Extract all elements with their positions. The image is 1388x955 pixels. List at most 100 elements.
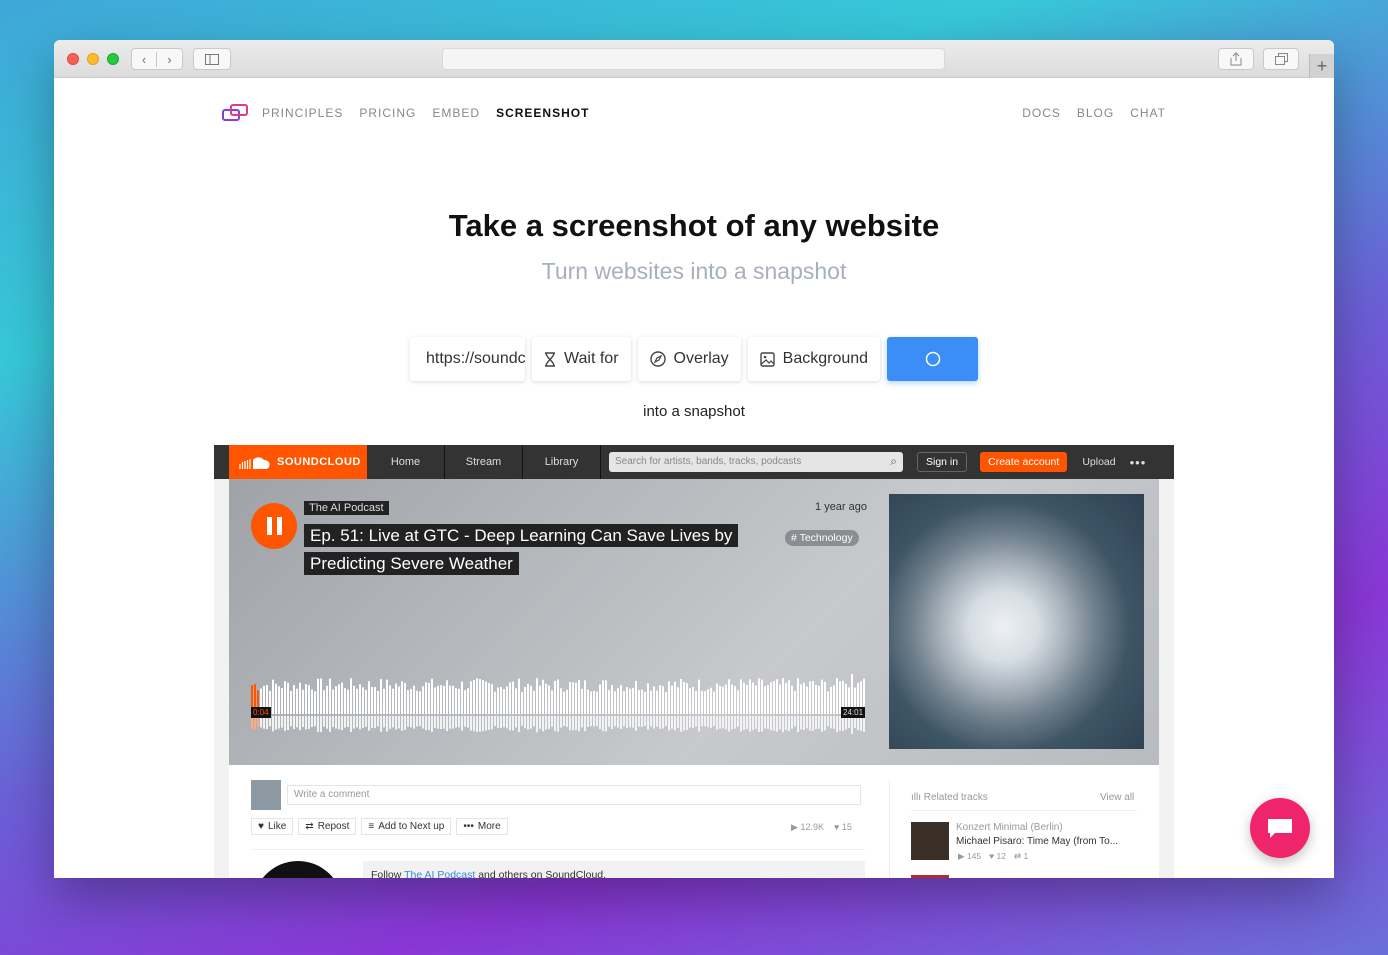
- waveform-bar: [284, 681, 286, 714]
- waveform-bar: [299, 682, 301, 714]
- close-window-button[interactable]: [67, 53, 79, 65]
- preview-brand: SOUNDCLOUD: [229, 445, 367, 479]
- preview-search-icon: ⌕: [890, 454, 897, 468]
- waveform-reflection: [797, 716, 799, 733]
- preview-search: Search for artists, bands, tracks, podca…: [609, 452, 903, 472]
- waveform-reflection: [275, 716, 277, 730]
- waveform-bar: [815, 684, 817, 714]
- waveform-bar: [401, 681, 403, 714]
- waveform-reflection: [491, 716, 493, 730]
- minimize-window-button[interactable]: [87, 53, 99, 65]
- waveform-bar: [461, 681, 463, 714]
- nav-pricing[interactable]: PRICING: [359, 106, 416, 120]
- waveform-reflection: [350, 716, 352, 733]
- new-tab-button[interactable]: +: [1309, 54, 1334, 78]
- waveform-reflection: [335, 716, 337, 729]
- waveform-bar: [653, 686, 655, 714]
- back-icon[interactable]: ‹: [132, 51, 158, 67]
- waveform-reflection: [593, 716, 595, 727]
- show-tabs-button[interactable]: [1263, 48, 1299, 70]
- waveform-bar: [380, 679, 382, 714]
- capture-button[interactable]: [887, 337, 979, 381]
- waveform-bar: [632, 687, 634, 714]
- zoom-window-button[interactable]: [107, 53, 119, 65]
- preview-artwork: [889, 494, 1144, 749]
- waveform-reflection: [587, 716, 589, 727]
- soundcloud-cloud-icon: [239, 457, 270, 469]
- waveform-bar: [539, 685, 541, 714]
- tabs-icon: [1274, 53, 1288, 65]
- waveform-reflection: [473, 716, 475, 732]
- sidebar-toggle-button[interactable]: [193, 48, 231, 70]
- waveform-bar: [722, 686, 724, 714]
- overlay-button[interactable]: Overlay: [637, 337, 741, 381]
- waveform-reflection: [692, 716, 694, 729]
- waveform-reflection: [479, 716, 481, 732]
- waveform-reflection: [287, 716, 289, 731]
- nav-embed[interactable]: EMBED: [432, 106, 480, 120]
- waveform-reflection: [632, 716, 634, 728]
- background-button[interactable]: Background: [747, 337, 881, 381]
- wait-for-button[interactable]: Wait for: [532, 337, 631, 381]
- waveform-reflection: [320, 716, 322, 733]
- waveform-bar: [716, 683, 718, 714]
- waveform-reflection: [695, 716, 697, 727]
- address-bar[interactable]: [442, 48, 945, 70]
- waveform-reflection: [845, 716, 847, 730]
- logo-icon[interactable]: [222, 103, 248, 123]
- preview-track-title: Ep. 51: Live at GTC - Deep Learning Can …: [304, 522, 739, 578]
- waveform-bar: [533, 690, 535, 714]
- play-icon: ▶: [791, 822, 798, 832]
- waveform-reflection: [578, 716, 580, 732]
- waveform-reflection: [680, 716, 682, 732]
- waveform-reflection: [656, 716, 658, 727]
- url-input[interactable]: https://soundcloud.com: [410, 337, 525, 381]
- waveform-bar: [749, 679, 751, 714]
- waveform-bar: [311, 689, 313, 714]
- waveform-bar: [449, 685, 451, 714]
- waveform-bar: [557, 679, 559, 714]
- waveform-bar: [710, 687, 712, 714]
- waveform-reflection: [785, 716, 787, 730]
- waveform-bar: [356, 688, 358, 714]
- waveform-bar: [455, 688, 457, 714]
- waveform-bar: [578, 679, 580, 714]
- waveform-reflection: [605, 716, 607, 732]
- waveform-bar: [590, 691, 592, 714]
- nav-screenshot[interactable]: SCREENSHOT: [496, 106, 589, 120]
- forward-icon[interactable]: ›: [157, 52, 182, 67]
- waveform-bar: [509, 682, 511, 714]
- waveform-reflection: [581, 716, 583, 728]
- browser-titlebar: ‹ › +: [54, 40, 1334, 78]
- waveform-reflection: [677, 716, 679, 729]
- nav-principles[interactable]: PRINCIPLES: [262, 106, 343, 120]
- waveform-bar: [755, 685, 757, 714]
- waveform-reflection: [728, 716, 730, 732]
- nav-blog[interactable]: BLOG: [1077, 106, 1114, 120]
- waveform-bar: [392, 688, 394, 714]
- chat-widget-button[interactable]: [1250, 798, 1310, 858]
- share-button[interactable]: [1218, 48, 1254, 70]
- waveform-reflection: [521, 716, 523, 726]
- waveform-reflection: [536, 716, 538, 733]
- waveform-bar: [530, 685, 532, 714]
- waveform-reflection: [626, 716, 628, 729]
- waveform-bar: [614, 691, 616, 714]
- waveform-bar: [407, 690, 409, 714]
- waveform-bar: [659, 685, 661, 714]
- nav-docs[interactable]: DOCS: [1022, 106, 1061, 120]
- nav-chat[interactable]: CHAT: [1130, 106, 1166, 120]
- waveform-reflection: [719, 716, 721, 729]
- waveform-reflection: [494, 716, 496, 727]
- play-icon: ▶: [958, 851, 965, 861]
- preview-repost-button: ⇄ Repost: [298, 818, 357, 835]
- waveform-reflection: [839, 716, 841, 731]
- waveform-reflection: [758, 716, 760, 732]
- waveform-bar: [317, 678, 319, 714]
- waveform-bar: [740, 679, 742, 714]
- waveform-reflection: [752, 716, 754, 731]
- compass-icon: [649, 351, 666, 367]
- waveform-bar: [482, 679, 484, 714]
- waveform-bar: [419, 691, 421, 714]
- waveform-reflection: [293, 716, 295, 730]
